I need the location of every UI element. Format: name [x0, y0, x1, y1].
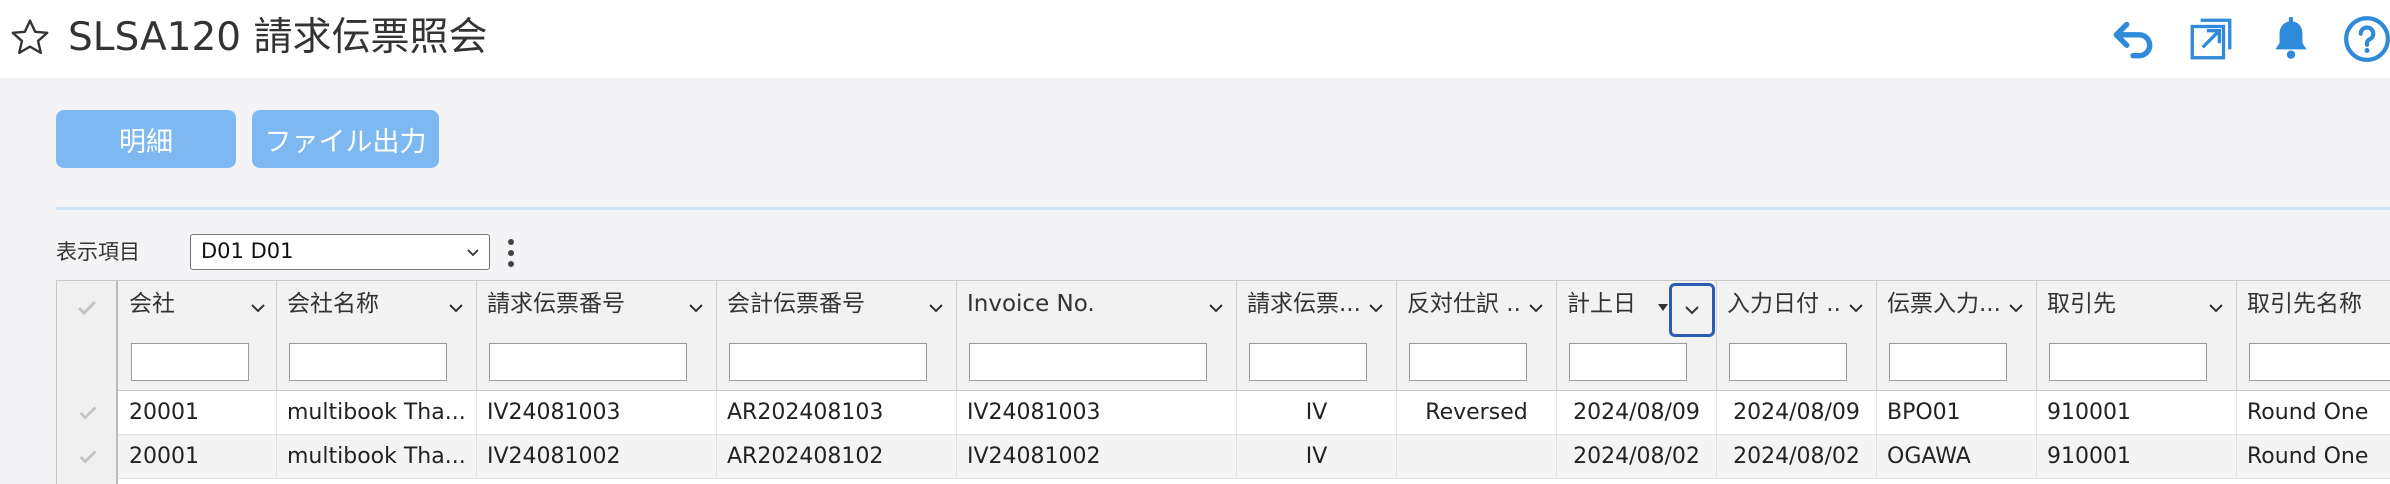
filter-input-customer[interactable]	[2049, 343, 2207, 381]
chevron-down-icon[interactable]	[1845, 298, 1867, 318]
invoice-grid: 会社 会社名称 請求伝票番号 会計伝票番号 Invoice No. 請求伝票..…	[56, 280, 2390, 484]
filter-input-customer-name[interactable]	[2249, 343, 2390, 381]
chevron-down-icon[interactable]	[1365, 298, 1387, 318]
table-row[interactable]: 20001 multibook Tha... IV24081002 AR2024…	[57, 435, 2390, 479]
filter-input-posting-date[interactable]	[1569, 343, 1687, 381]
chevron-down-icon	[1685, 306, 1699, 315]
chevron-down-icon[interactable]	[2205, 298, 2227, 318]
table-row[interactable]: 20001 multibook Tha... IV24081003 AR2024…	[57, 391, 2390, 435]
back-icon[interactable]	[2108, 14, 2158, 64]
chevron-down-icon[interactable]	[2005, 298, 2027, 318]
row-select-column	[57, 281, 118, 484]
column-header-company-name[interactable]: 会社名称	[277, 281, 477, 391]
column-header-entry-date[interactable]: 入力日付 ...	[1717, 281, 1877, 391]
filter-input-reversal[interactable]	[1409, 343, 1527, 381]
chevron-down-icon[interactable]	[247, 298, 269, 318]
filter-input-entry-date[interactable]	[1729, 343, 1847, 381]
display-items-value: D01 D01	[201, 239, 294, 263]
chevron-down-icon	[467, 249, 479, 257]
column-header-entered-by[interactable]: 伝票入力...	[1877, 281, 2037, 391]
chevron-down-icon[interactable]	[925, 298, 947, 318]
column-header-invoice-type[interactable]: 請求伝票...	[1237, 281, 1397, 391]
chevron-down-icon[interactable]	[1205, 298, 1227, 318]
filter-input-company-name[interactable]	[289, 343, 447, 381]
filter-input-entered-by[interactable]	[1889, 343, 2007, 381]
detail-button[interactable]: 明細	[56, 110, 236, 168]
chevron-down-icon[interactable]	[445, 298, 467, 318]
filter-input-invoice-number[interactable]	[489, 343, 687, 381]
column-header-customer-name[interactable]: 取引先名称	[2237, 281, 2390, 391]
column-header-posting-date[interactable]: 計上日	[1557, 281, 1717, 391]
filter-input-invoice-no[interactable]	[969, 343, 1207, 381]
chevron-down-icon[interactable]	[1525, 298, 1547, 318]
row-checkmark-icon[interactable]	[77, 446, 99, 468]
column-header-company[interactable]: 会社	[119, 281, 277, 391]
column-header-reversal[interactable]: 反対仕訳 ...	[1397, 281, 1557, 391]
display-items-select[interactable]: D01 D01	[190, 234, 490, 270]
external-window-icon[interactable]	[2186, 14, 2236, 64]
column-header-customer[interactable]: 取引先	[2037, 281, 2237, 391]
bell-icon[interactable]	[2266, 14, 2316, 64]
column-header-invoice-no[interactable]: Invoice No.	[957, 281, 1237, 391]
star-icon[interactable]	[8, 16, 52, 60]
sort-desc-icon	[1658, 304, 1668, 311]
select-all-checkmark-icon[interactable]	[75, 297, 99, 319]
file-output-button[interactable]: ファイル出力	[252, 110, 439, 168]
display-items-label: 表示項目	[56, 240, 140, 264]
column-header-invoice-number[interactable]: 請求伝票番号	[477, 281, 717, 391]
row-checkmark-icon[interactable]	[77, 402, 99, 424]
help-icon[interactable]	[2342, 14, 2390, 64]
chevron-down-icon[interactable]	[685, 298, 707, 318]
column-header-accounting-number[interactable]: 会計伝票番号	[717, 281, 957, 391]
divider	[56, 207, 2390, 210]
more-options-icon[interactable]	[506, 237, 516, 269]
filter-input-company[interactable]	[131, 343, 249, 381]
column-menu-button[interactable]	[1669, 283, 1715, 337]
filter-input-accounting-number[interactable]	[729, 343, 927, 381]
page-title: SLSA120 請求伝票照会	[68, 15, 488, 60]
app-header: SLSA120 請求伝票照会	[0, 0, 2390, 78]
filter-input-invoice-type[interactable]	[1249, 343, 1367, 381]
